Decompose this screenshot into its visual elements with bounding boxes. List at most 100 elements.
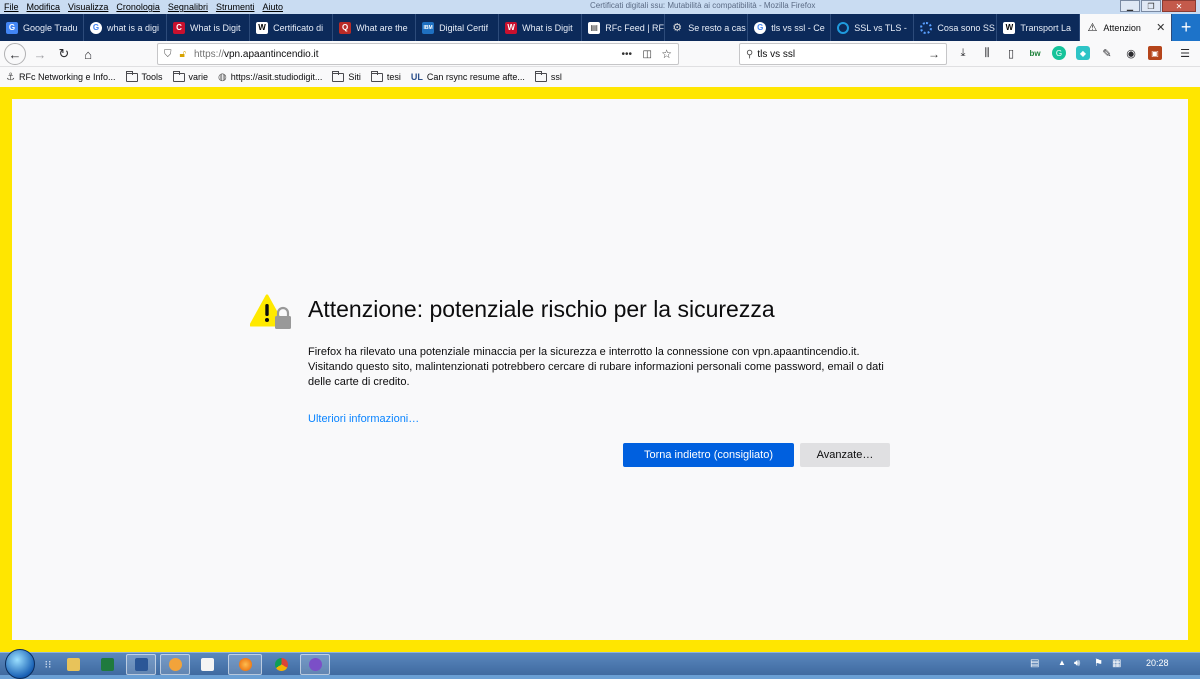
menu-cronologia[interactable]: Cronologia — [112, 2, 164, 12]
excel-icon[interactable] — [98, 654, 116, 675]
shield-icon[interactable]: ⛉ — [164, 49, 172, 60]
grammarly-icon[interactable]: G — [1052, 46, 1066, 60]
tab-what-are-the[interactable]: Q What are the — [333, 14, 417, 41]
site-gear-icon: ⚙ — [672, 22, 683, 34]
insecure-lock-icon[interactable]: 🔓︎ — [180, 49, 186, 60]
new-tab-button[interactable]: + — [1172, 14, 1200, 41]
hamburger-menu-icon[interactable]: ☰ — [1178, 46, 1192, 60]
eyedropper-icon[interactable]: ✎ — [1100, 46, 1114, 60]
search-input[interactable] — [757, 48, 918, 60]
action-center-icon[interactable]: ⚑ — [1094, 658, 1103, 669]
firefox-icon[interactable] — [228, 654, 262, 675]
folder-icon — [332, 70, 345, 82]
minimize-icon[interactable]: ▁ — [1120, 0, 1140, 12]
menu-segnalibri[interactable]: Segnalibri — [164, 2, 212, 12]
tab-rfc-feed[interactable]: ▤ RFc Feed | RF — [582, 14, 666, 41]
bookmark-rfc-networking[interactable]: ⚓︎ RFc Networking e Info... — [6, 72, 116, 83]
site-w-red-icon: W — [505, 21, 518, 34]
extension-box-icon[interactable]: ▣ — [1148, 46, 1162, 60]
tab-ssl-vs-tls[interactable]: SSL vs TLS - — [831, 14, 915, 41]
tab-digital-certif-ibm[interactable]: IBM Digital Certif — [416, 14, 500, 41]
bookmark-asit[interactable]: ◍ https://asit.studiodigit... — [218, 72, 322, 83]
sidebar-icon[interactable]: ▯ — [1004, 46, 1018, 60]
tab-tls-vs-ssl[interactable]: Gtls vs ssl - Ce — [748, 14, 832, 41]
pocket-icon[interactable]: ◫ — [643, 49, 652, 60]
bookmark-tesi[interactable]: tesi — [370, 70, 401, 82]
globe-icon: ◍ — [218, 71, 227, 83]
bookmark-varie[interactable]: varie — [172, 70, 208, 82]
downloads-icon[interactable]: ⤓ — [956, 46, 970, 60]
windows-taskbar: ⁝⁝ ▤ ▲ 🔊︎ ⚑ ▦ 20:28 — [0, 649, 1200, 679]
restore-icon[interactable]: ❐ — [1141, 0, 1161, 12]
learn-more-link[interactable]: Ulteriori informazioni… — [308, 413, 419, 425]
grid-icon[interactable]: ⁝⁝ — [40, 654, 56, 675]
extension-bw-icon[interactable]: bw — [1028, 46, 1042, 60]
warning-icon: ⚠ — [1087, 22, 1098, 34]
tab-what-is-digital-google[interactable]: Gwhat is a digi — [84, 14, 168, 41]
bookmark-tools[interactable]: Tools — [125, 70, 163, 82]
tab-se-resto-a-casa[interactable]: ⚙ Se resto a cas — [665, 14, 749, 41]
tab-certificato[interactable]: W Certificato di — [250, 14, 334, 41]
arrow-left-icon: ← — [8, 46, 22, 62]
menu-modifica[interactable]: Modifica — [23, 2, 65, 12]
url-scheme: https:// — [193, 48, 224, 60]
tab-google-translate[interactable]: G Google Tradu — [0, 14, 85, 41]
network-icon[interactable]: ▦ — [1112, 658, 1121, 669]
app-orange-icon[interactable] — [160, 654, 190, 675]
tab-label: Attenzion — [1103, 22, 1141, 33]
close-tab-icon[interactable]: ✕ — [1156, 21, 1165, 34]
bookmark-ssl[interactable]: ssl — [534, 70, 562, 82]
volume-icon[interactable]: 🔊︎ — [1074, 658, 1080, 669]
reload-button[interactable]: ↻ — [54, 44, 74, 64]
window-title: Certificati digitali ssu: Mutabilità ai … — [590, 1, 816, 10]
tab-what-is-digit-1[interactable]: C What is Digit — [167, 14, 251, 41]
bookmark-star-icon[interactable]: ☆ — [661, 47, 672, 61]
go-back-button[interactable]: Torna indietro (consigliato) — [623, 443, 794, 467]
search-bar[interactable]: ⚲ → — [739, 43, 947, 65]
url-host: vpn.apaantincendio.it — [224, 48, 319, 60]
menu-aiuto[interactable]: Aiuto — [258, 2, 287, 12]
word-icon[interactable] — [126, 654, 156, 675]
url-bar[interactable]: ⛉ 🔓︎ https://vpn.apaantincendio.it ••• ◫… — [157, 43, 679, 65]
bookmark-rsync[interactable]: UL Can rsync resume afte... — [411, 72, 525, 82]
page-actions-icon[interactable]: ••• — [621, 49, 632, 60]
advanced-button[interactable]: Avanzate… — [800, 443, 890, 467]
chrome-icon[interactable] — [272, 654, 290, 675]
bookmark-label: ssl — [550, 72, 562, 82]
menu-file[interactable]: File — [0, 2, 23, 12]
folder-icon — [370, 70, 383, 82]
search-go-icon[interactable]: → — [928, 47, 940, 61]
tab-label: SSL vs TLS - — [854, 22, 907, 33]
menu-strumenti[interactable]: Strumenti — [212, 2, 259, 12]
tab-label: tls vs ssl - Ce — [771, 22, 825, 33]
tab-label: What is Digit — [190, 22, 241, 33]
wikipedia-icon: W — [1003, 21, 1016, 34]
bookmark-label: tesi — [386, 72, 401, 82]
close-window-icon[interactable]: ✕ — [1162, 0, 1196, 12]
extension-cube-icon[interactable]: ◆ — [1076, 46, 1090, 60]
tray-flag-icon[interactable]: ▤ — [1030, 658, 1039, 669]
tab-label: Certificato di — [273, 22, 324, 33]
reload-icon: ↻ — [58, 46, 70, 61]
menu-visualizza[interactable]: Visualizza — [64, 2, 112, 12]
file-explorer-icon[interactable] — [64, 654, 82, 675]
tab-cosa-sono-ssl[interactable]: Cosa sono SS — [914, 14, 998, 41]
quora-icon: Q — [339, 21, 352, 34]
back-button[interactable]: ← — [4, 43, 26, 65]
taskbar-clock[interactable]: 20:28 — [1146, 658, 1169, 668]
tab-label: Se resto a cas — [688, 22, 746, 33]
forward-button[interactable]: → — [30, 44, 50, 64]
library-icon[interactable]: ⫼ — [980, 46, 994, 60]
tab-transport-layer[interactable]: W Transport La — [997, 14, 1081, 41]
plus-icon: + — [1180, 17, 1192, 37]
tab-label: What is Digit — [522, 22, 573, 33]
tab-what-is-digit-2[interactable]: W What is Digit — [499, 14, 583, 41]
tab-attenzione-active[interactable]: ⚠ Attenzion ✕ — [1080, 14, 1173, 41]
bookmark-siti[interactable]: Siti — [332, 70, 361, 82]
notepad-icon[interactable] — [198, 654, 216, 675]
home-button[interactable]: ⌂ — [78, 44, 98, 64]
app-purple-icon[interactable] — [300, 654, 330, 675]
tray-expand-icon[interactable]: ▲ — [1058, 658, 1066, 667]
folder-icon — [125, 70, 138, 82]
account-icon[interactable]: ◉ — [1124, 46, 1138, 60]
